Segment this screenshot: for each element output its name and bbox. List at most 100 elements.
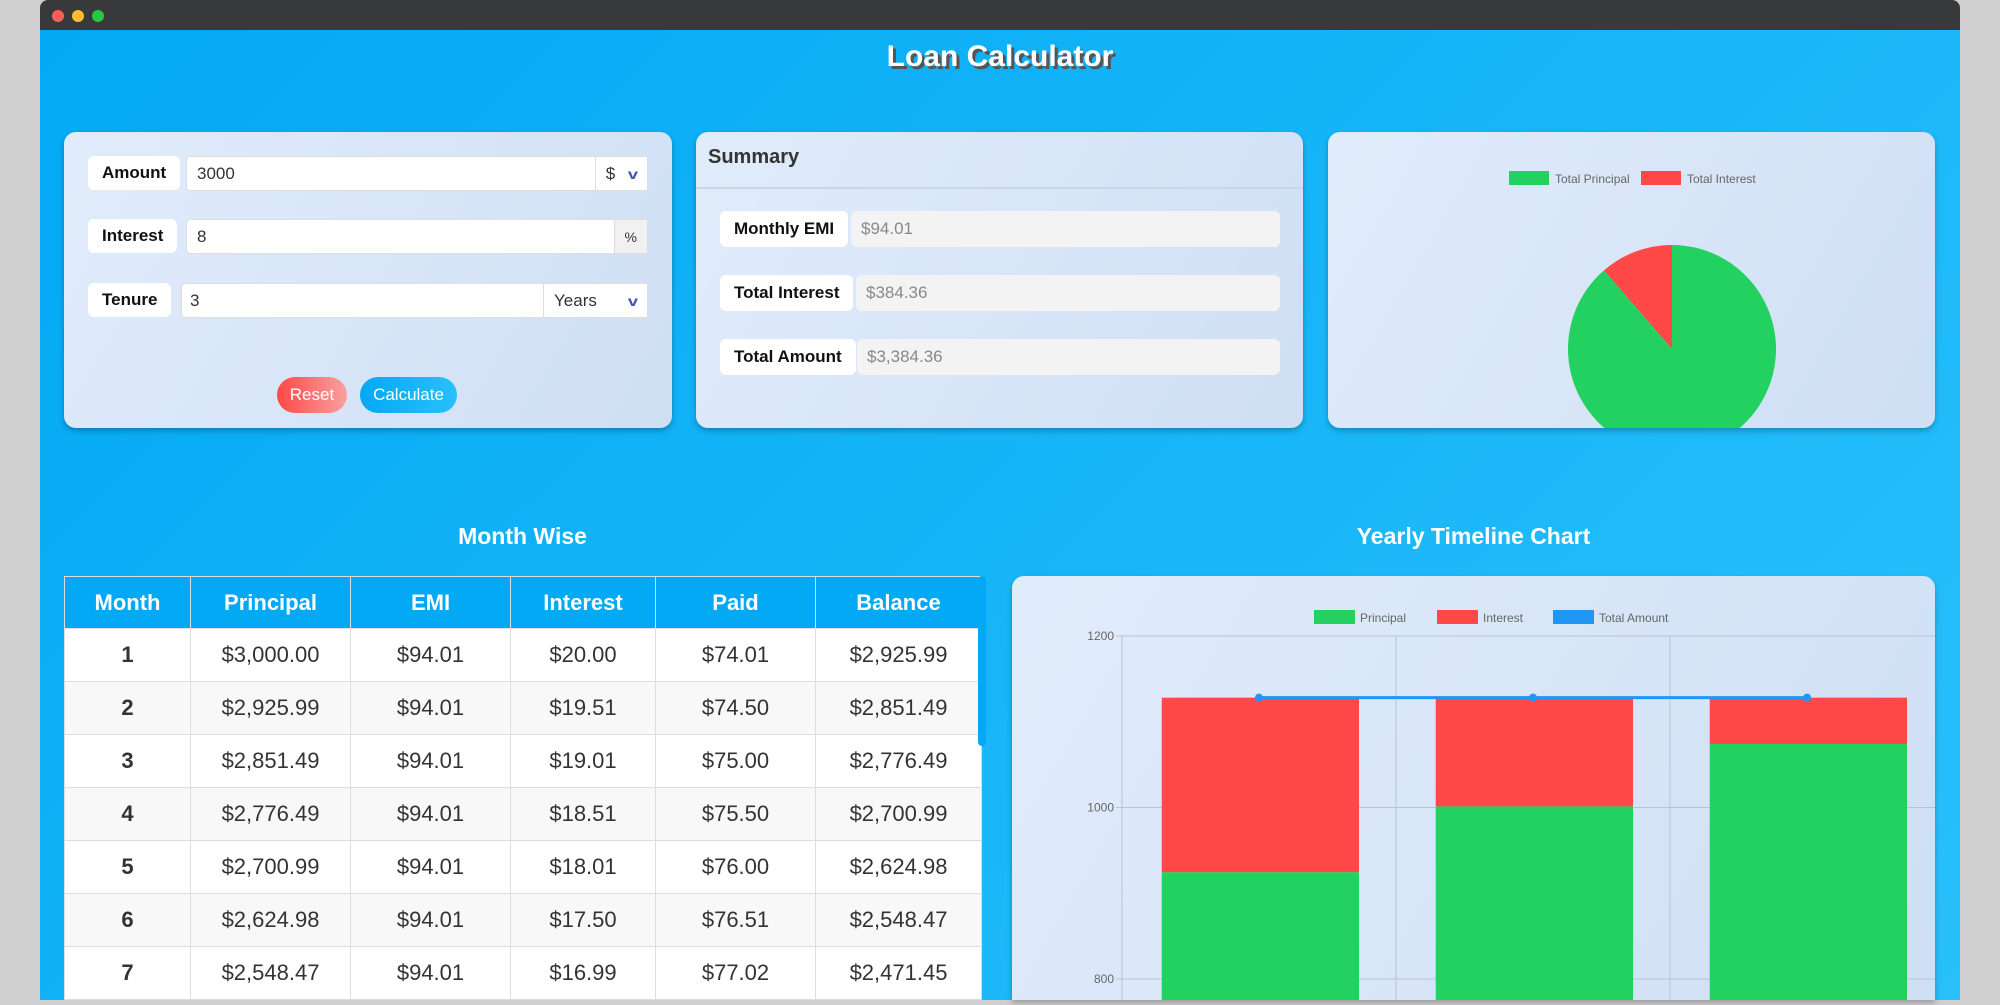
table-cell: $20.00 [510, 628, 656, 682]
summary-card: Summary Monthly EMI $94.01 Total Interes… [696, 132, 1303, 428]
amount-label: Amount [88, 156, 181, 190]
table-cell: 5 [64, 840, 191, 894]
table-cell: $76.00 [655, 840, 816, 894]
table-cell: $2,624.98 [815, 840, 982, 894]
bar-principal [1709, 743, 1908, 1000]
table-cell: $74.50 [655, 681, 816, 735]
table-cell: $2,925.99 [815, 628, 982, 682]
total-amount-value: $3,384.36 [857, 339, 1280, 375]
table-cell: 3 [64, 734, 191, 788]
close-window-button[interactable] [52, 10, 64, 22]
table-cell: $94.01 [350, 893, 511, 947]
y-tick-label: 1000 [1087, 801, 1114, 815]
table-row: 3 $2,851.49 $94.01 $19.01 $75.00 $2,776.49 [64, 734, 982, 788]
table-cell: 6 [64, 893, 191, 947]
reset-button[interactable]: Reset [277, 377, 347, 413]
legend-label: Total Interest [1687, 172, 1756, 186]
interest-field[interactable]: 8 % [186, 219, 648, 254]
legend-swatch [1437, 610, 1478, 624]
bar-interest [1709, 697, 1908, 744]
legend-label: Interest [1483, 611, 1524, 625]
tenure-label: Tenure [88, 283, 172, 317]
column-header: EMI [350, 576, 511, 629]
tenure-unit-select[interactable]: Years v [543, 284, 647, 317]
tenure-value[interactable]: 3 [182, 291, 543, 311]
column-header: Month [64, 576, 191, 629]
chevron-down-icon: v [628, 165, 639, 182]
yearly-chart-title: Yearly Timeline Chart [1356, 523, 1591, 549]
total-amount-label: Total Amount [720, 339, 856, 375]
line-point [1803, 693, 1811, 702]
column-header: Balance [815, 576, 982, 629]
interest-value[interactable]: 8 [187, 227, 614, 247]
y-tick-label: 1200 [1087, 629, 1114, 643]
column-header: Interest [510, 576, 656, 629]
amount-value[interactable]: 3000 [187, 164, 595, 184]
table-cell: $2,776.49 [190, 787, 351, 841]
table-cell: 1 [64, 628, 191, 682]
table-scrollbar[interactable] [978, 576, 986, 746]
legend-label: Principal [1360, 611, 1406, 625]
table-cell: $75.50 [655, 787, 816, 841]
table-cell: $94.01 [350, 840, 511, 894]
pie-chart: Total Principal Total Interest [1509, 171, 1776, 454]
bar-principal [1161, 872, 1360, 1000]
yearly-bar-chart: Principal Interest Total Amount 800 1000 1200 [1087, 610, 1945, 1000]
table-cell: $94.01 [350, 734, 511, 788]
legend-swatch [1509, 171, 1549, 185]
minimize-window-button[interactable] [72, 10, 84, 22]
table-cell: $94.01 [350, 681, 511, 735]
table-cell: $2,548.47 [190, 946, 351, 1000]
bar-interest [1161, 697, 1360, 873]
table-cell: $2,700.99 [815, 787, 982, 841]
currency-select[interactable]: $ v [594, 157, 647, 190]
table-cell: $2,700.99 [190, 840, 351, 894]
chevron-down-icon: v [628, 292, 639, 309]
title-bar [40, 0, 1960, 30]
legend-label: Total Principal [1555, 172, 1630, 186]
table-cell: $16.99 [510, 946, 656, 1000]
amount-field[interactable]: 3000 $ v [186, 156, 648, 191]
table-cell: 7 [64, 946, 191, 1000]
yearly-chart-card: Principal Interest Total Amount 800 1000 1200 [1012, 576, 1945, 1000]
table-cell: $74.01 [655, 628, 816, 682]
table-cell: $19.01 [510, 734, 656, 788]
table-cell: 4 [64, 787, 191, 841]
table-cell: $2,851.49 [190, 734, 351, 788]
table-cell: $94.01 [350, 787, 511, 841]
line-point [1529, 693, 1537, 702]
table-cell: $77.02 [655, 946, 816, 1000]
legend-swatch [1553, 610, 1594, 624]
page: Loan Calculator Amount 3000 $ v Interest … [40, 30, 1960, 1000]
maximize-window-button[interactable] [92, 10, 104, 22]
table-cell: $19.51 [510, 681, 656, 735]
summary-title: Summary [708, 146, 800, 168]
table-cell: $75.00 [655, 734, 816, 788]
table-cell: $18.01 [510, 840, 656, 894]
line-point [1255, 693, 1263, 702]
browser-window: Loan Calculator Amount 3000 $ v Interest … [40, 0, 1960, 1000]
month-wise-table: Month Principal EMI Interest Paid Balance 1 $3… [64, 576, 982, 1000]
loan-form-card: Amount 3000 $ v Interest 8 % Tenure 3 Yea… [64, 132, 672, 428]
calculate-button[interactable]: Calculate [360, 377, 457, 413]
percent-addon: % [613, 220, 647, 253]
table-row: 2 $2,925.99 $94.01 $19.51 $74.50 $2,851.49 [64, 681, 982, 735]
table-cell: $2,624.98 [190, 893, 351, 947]
bar-interest [1435, 697, 1634, 807]
table-cell: $76.51 [655, 893, 816, 947]
legend-swatch [1641, 171, 1681, 185]
monthly-emi-label: Monthly EMI [720, 211, 849, 247]
table-row: 7 $2,548.47 $94.01 $16.99 $77.02 $2,471.45 [64, 946, 982, 1000]
table-row: 4 $2,776.49 $94.01 $18.51 $75.50 $2,700.99 [64, 787, 982, 841]
total-interest-value: $384.36 [856, 275, 1280, 311]
tenure-field[interactable]: 3 Years v [181, 283, 648, 318]
table-cell: $94.01 [350, 946, 511, 1000]
table-cell: $2,925.99 [190, 681, 351, 735]
table-cell: $18.51 [510, 787, 656, 841]
currency-value: $ [605, 163, 616, 183]
table-cell: $2,851.49 [815, 681, 982, 735]
app-title: Loan Calculator [886, 40, 1114, 73]
table-cell: $94.01 [350, 628, 511, 682]
table-cell: $17.50 [510, 893, 656, 947]
tenure-unit-value: Years [554, 290, 597, 310]
